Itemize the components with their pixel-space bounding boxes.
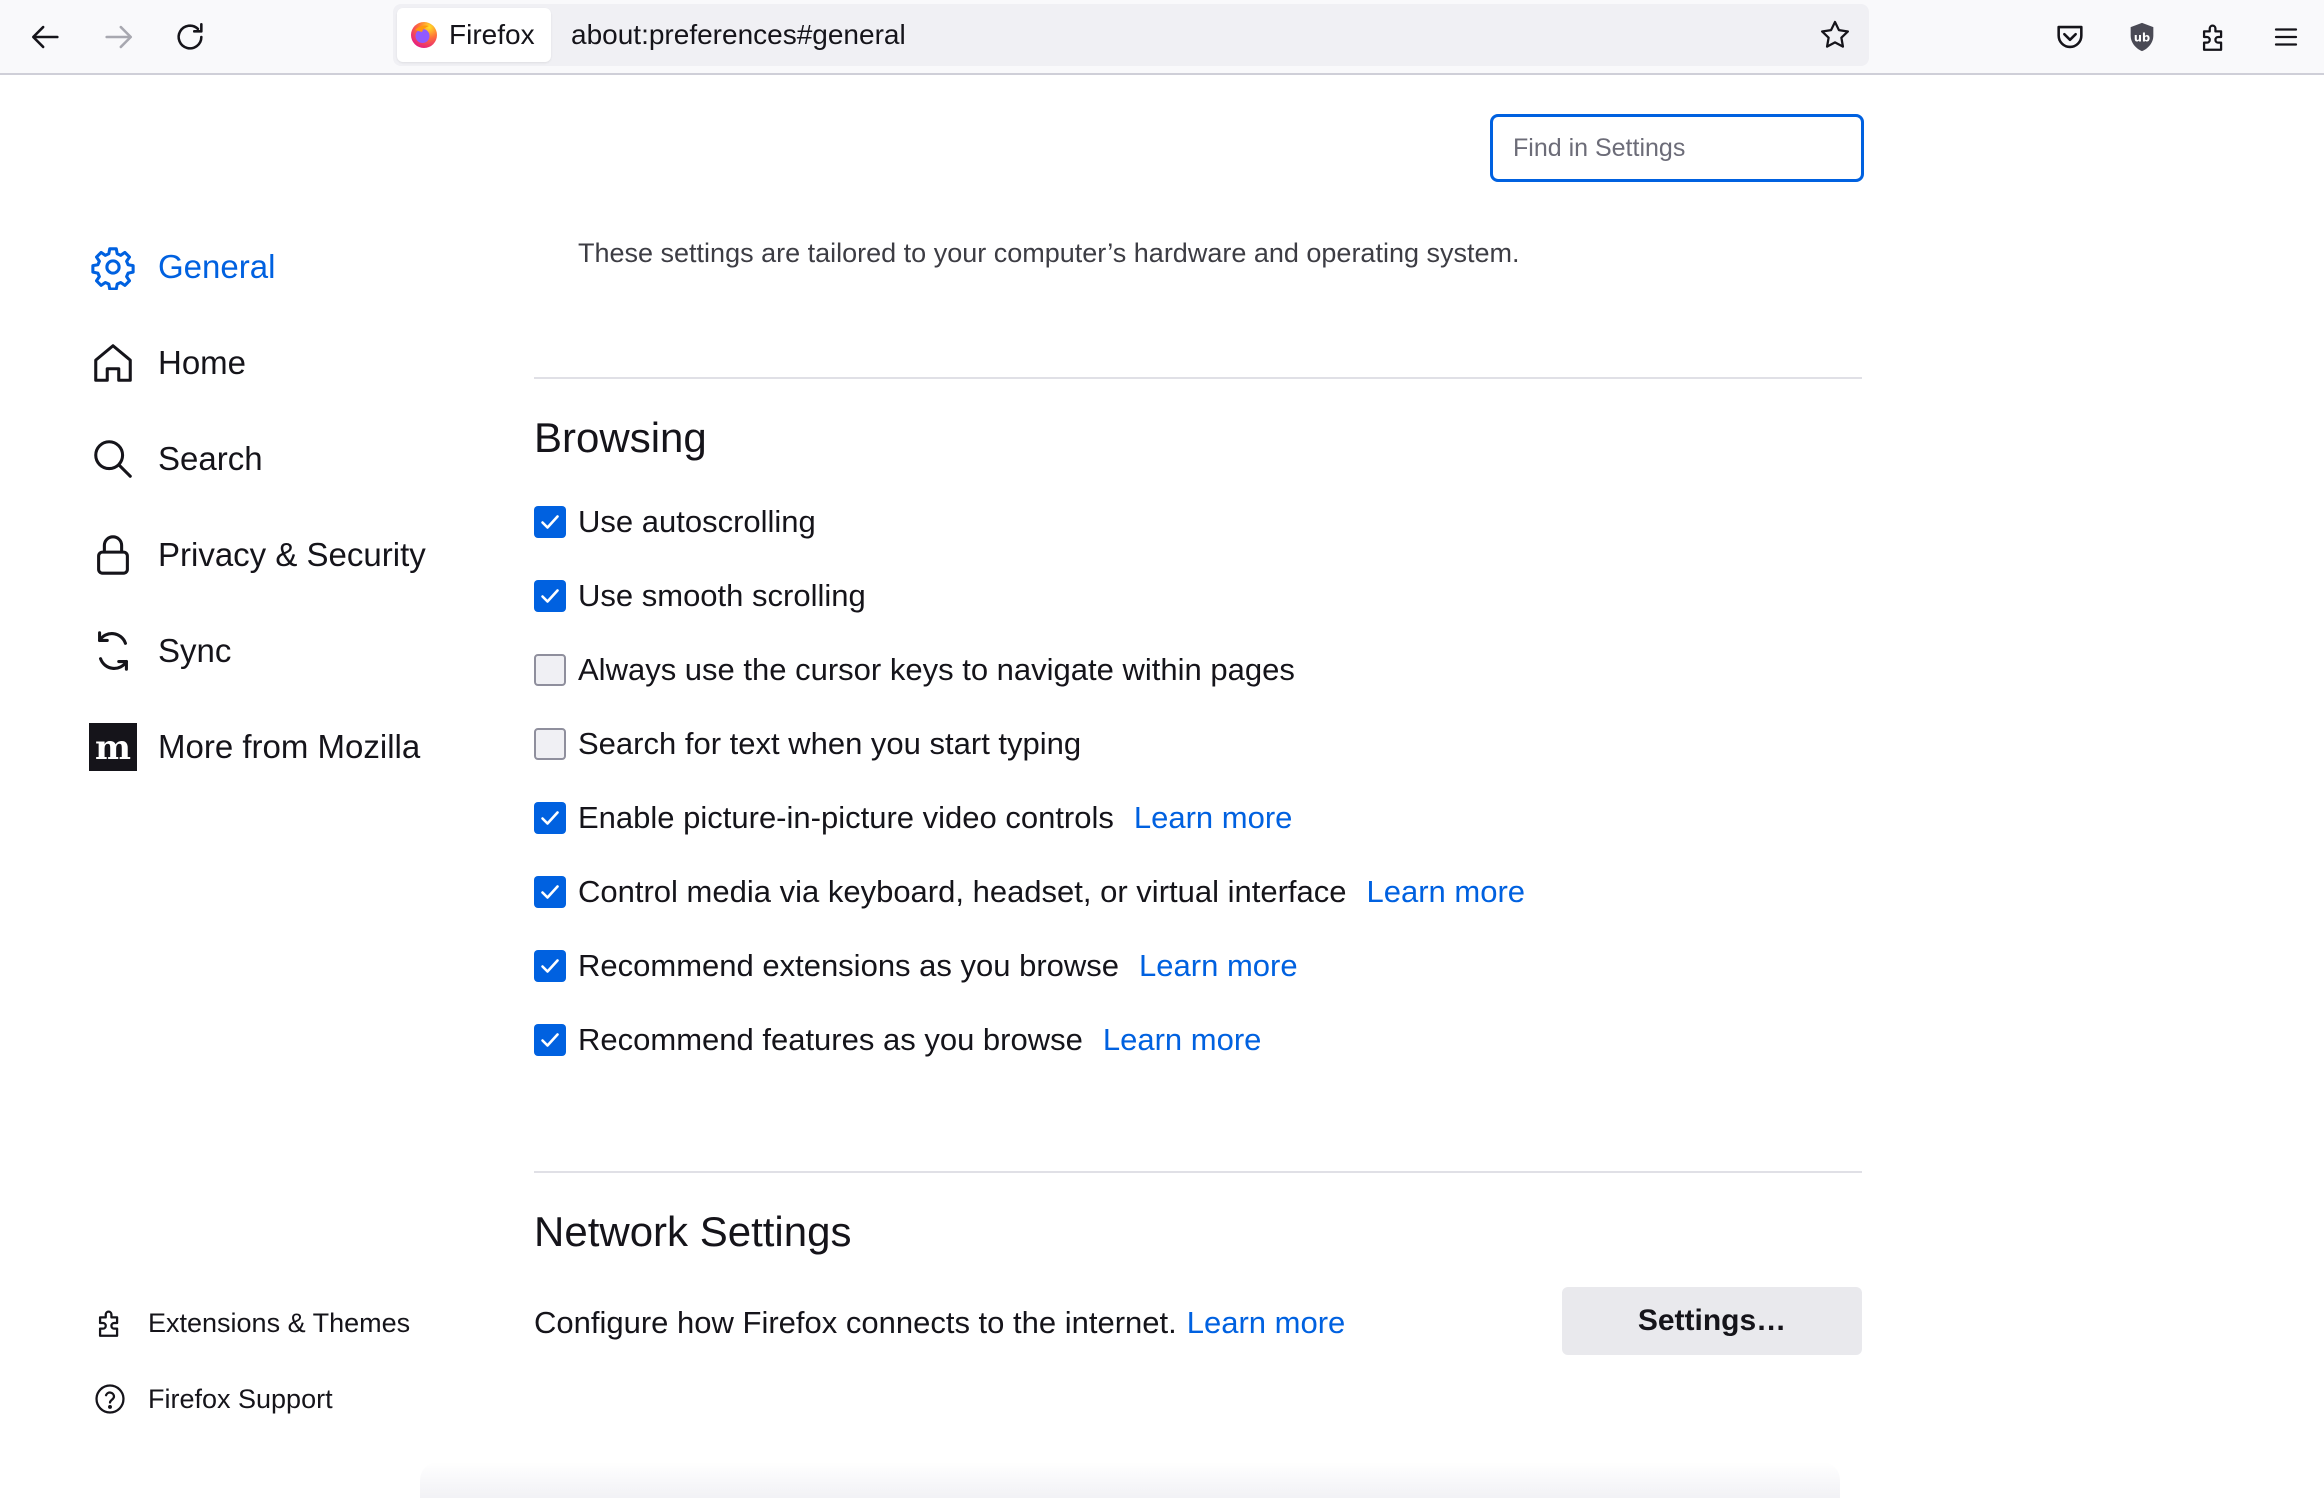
network-learn-more-link[interactable]: Learn more — [1187, 1305, 1346, 1341]
checkmark-icon — [541, 515, 559, 529]
sidebar-item-label: More from Mozilla — [158, 728, 421, 765]
hardware-info-text: These settings are tailored to your comp… — [578, 238, 1520, 268]
ublock-shield-icon: ub — [2130, 22, 2154, 52]
back-button[interactable] — [20, 11, 72, 63]
firefox-support-link[interactable]: Firefox Support — [92, 1374, 333, 1424]
sidebar-item-label: Home — [158, 344, 247, 381]
url-text[interactable]: about:preferences#general — [571, 4, 906, 66]
extensions-themes-label: Extensions & Themes — [148, 1307, 411, 1338]
checkmark-icon — [541, 1033, 559, 1047]
extensions-puzzle-icon — [2202, 24, 2223, 51]
option-label: Control media via keyboard, headset, or … — [578, 874, 1347, 909]
reload-icon — [177, 22, 203, 50]
app-menu-button[interactable] — [2260, 11, 2312, 63]
sidebar-item-label: Sync — [158, 632, 232, 669]
help-circle-icon — [92, 1381, 128, 1417]
search-when-typing-checkbox[interactable] — [534, 728, 566, 760]
svg-text:m: m — [95, 728, 131, 768]
autoscrolling-option[interactable]: Use autoscrolling — [534, 500, 816, 544]
option-label: Use autoscrolling — [578, 504, 816, 539]
checkmark-icon — [541, 959, 559, 973]
back-arrow-icon — [31, 25, 59, 49]
recommend-extensions-checkbox[interactable] — [534, 950, 566, 982]
network-description-text: Configure how Firefox connects to the in… — [534, 1305, 1177, 1340]
section-divider — [534, 377, 1862, 379]
browser-toolbar: Firefox about:preferences#general ub — [0, 0, 2324, 75]
pocket-icon — [2057, 25, 2083, 49]
learn-more-link[interactable]: Learn more — [1139, 948, 1298, 984]
autoscrolling-checkbox[interactable] — [534, 506, 566, 538]
forward-button[interactable] — [92, 11, 144, 63]
option-label: Search for text when you start typing — [578, 726, 1082, 761]
checkmark-icon — [541, 589, 559, 603]
network-description: Configure how Firefox connects to the in… — [534, 1301, 1345, 1345]
smooth-scrolling-option[interactable]: Use smooth scrolling — [534, 574, 866, 618]
learn-more-link[interactable]: Learn more — [1134, 800, 1293, 836]
section-divider — [534, 1171, 1862, 1173]
option-label: Recommend features as you browse — [578, 1022, 1083, 1057]
smooth-scrolling-checkbox[interactable] — [534, 580, 566, 612]
find-in-settings-input[interactable] — [1490, 114, 1864, 182]
sidebar-item-general[interactable]: General — [88, 232, 275, 302]
sidebar-item-label: General — [158, 248, 276, 285]
recommend-features-checkbox[interactable] — [534, 1024, 566, 1056]
option-label: Always use the cursor keys to navigate w… — [578, 652, 1295, 687]
option-label: Use smooth scrolling — [578, 578, 866, 613]
lock-icon — [88, 530, 138, 580]
picture-in-picture-checkbox[interactable] — [534, 802, 566, 834]
url-bar[interactable]: Firefox about:preferences#general — [393, 4, 1869, 66]
mozilla-m-icon: m — [88, 722, 138, 772]
media-control-option[interactable]: Control media via keyboard, headset, or … — [534, 870, 1525, 914]
firefox-logo-icon — [411, 22, 437, 48]
recommend-features-option[interactable]: Recommend features as you browse Learn m… — [534, 1018, 1261, 1062]
sidebar-item-sync[interactable]: Sync — [88, 616, 231, 686]
checkmark-icon — [541, 885, 559, 899]
extensions-button[interactable] — [2188, 11, 2240, 63]
identity-label: Firefox — [449, 19, 535, 50]
sidebar-item-home[interactable]: Home — [88, 328, 246, 398]
network-section-title: Network Settings — [534, 1208, 852, 1255]
learn-more-link[interactable]: Learn more — [1367, 874, 1526, 910]
puzzle-icon — [92, 1305, 128, 1341]
home-icon — [88, 338, 138, 388]
identity-box[interactable]: Firefox — [397, 8, 551, 62]
recommend-extensions-option[interactable]: Recommend extensions as you browse Learn… — [534, 944, 1298, 988]
bottom-edge-shadow — [420, 1462, 1840, 1498]
learn-more-link[interactable]: Learn more — [1103, 1022, 1262, 1058]
media-control-checkbox[interactable] — [534, 876, 566, 908]
pocket-button[interactable] — [2044, 11, 2096, 63]
network-settings-button[interactable]: Settings… — [1562, 1287, 1862, 1355]
forward-arrow-icon — [105, 25, 133, 49]
sidebar-item-privacy-security[interactable]: Privacy & Security — [88, 520, 426, 590]
sidebar-item-label: Privacy & Security — [158, 536, 426, 573]
cursor-keys-option[interactable]: Always use the cursor keys to navigate w… — [534, 648, 1295, 692]
option-label: Enable picture-in-picture video controls — [578, 800, 1114, 835]
search-icon — [88, 434, 138, 484]
sync-icon — [88, 626, 138, 676]
browsing-section-title: Browsing — [534, 414, 707, 461]
option-label: Recommend extensions as you browse — [578, 948, 1120, 983]
sidebar-item-more-from-mozilla[interactable]: m More from Mozilla — [88, 712, 420, 782]
gear-icon — [88, 242, 138, 292]
reload-button[interactable] — [164, 11, 216, 63]
search-when-typing-option[interactable]: Search for text when you start typing — [534, 722, 1081, 766]
bookmark-star-icon — [1820, 20, 1850, 48]
svg-text:ub: ub — [2134, 30, 2150, 44]
checkmark-icon — [541, 811, 559, 825]
bookmark-star-button[interactable] — [1809, 9, 1861, 61]
firefox-support-label: Firefox Support — [148, 1383, 333, 1414]
sidebar-item-search[interactable]: Search — [88, 424, 263, 494]
cursor-keys-checkbox[interactable] — [534, 654, 566, 686]
sidebar-item-label: Search — [158, 440, 263, 477]
picture-in-picture-option[interactable]: Enable picture-in-picture video controls… — [534, 796, 1292, 840]
hamburger-menu-icon — [2274, 28, 2298, 46]
extensions-themes-link[interactable]: Extensions & Themes — [92, 1298, 410, 1348]
ublock-button[interactable]: ub — [2116, 11, 2168, 63]
